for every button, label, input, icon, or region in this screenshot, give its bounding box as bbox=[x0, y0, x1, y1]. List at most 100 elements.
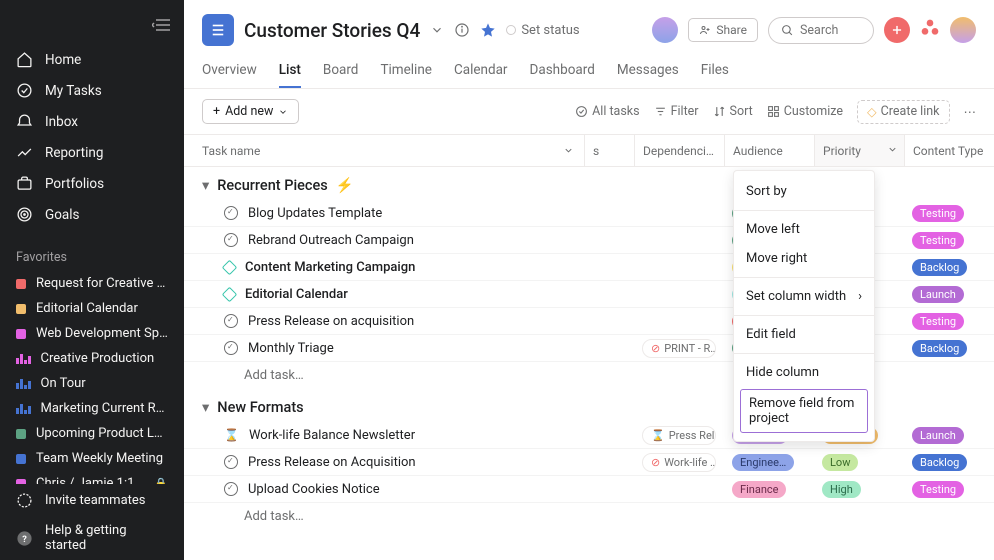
cell-dependencies[interactable] bbox=[634, 200, 724, 226]
favorite-item[interactable]: Web Development Sprint… bbox=[0, 321, 184, 346]
favorite-item[interactable]: Upcoming Product Laun… bbox=[0, 421, 184, 446]
cell-dependencies[interactable] bbox=[634, 254, 724, 280]
col-extra[interactable]: s bbox=[584, 135, 634, 166]
help-started[interactable]: ?Help & getting started bbox=[0, 516, 184, 560]
cell[interactable] bbox=[584, 254, 634, 280]
favorite-item[interactable]: Chris / Jamie 1:1🔒 bbox=[0, 471, 184, 484]
filter-button[interactable]: Filter bbox=[654, 104, 699, 119]
cell-dependencies[interactable]: ⌛Press Rele… bbox=[634, 422, 724, 448]
cell-priority[interactable]: Low bbox=[814, 449, 904, 475]
cell[interactable] bbox=[584, 422, 634, 448]
complete-check-icon[interactable] bbox=[224, 455, 238, 469]
tab-messages[interactable]: Messages bbox=[617, 54, 679, 88]
tab-overview[interactable]: Overview bbox=[202, 54, 257, 88]
cell-content-type[interactable]: Backlog bbox=[904, 449, 994, 475]
info-icon[interactable] bbox=[454, 22, 470, 38]
cell-content-type[interactable]: Launch bbox=[904, 422, 994, 448]
nav-goals[interactable]: Goals bbox=[0, 199, 184, 230]
cell-content-type[interactable]: Backlog bbox=[904, 254, 994, 280]
cell-content-type[interactable]: Testing bbox=[904, 476, 994, 502]
task-row[interactable]: Press Release on Acquisition⊘Work-life …… bbox=[184, 449, 994, 476]
complete-check-icon[interactable] bbox=[224, 206, 238, 220]
cell-dependencies[interactable] bbox=[634, 476, 724, 502]
dd-set-width[interactable]: Set column width› bbox=[734, 282, 874, 311]
dd-sort-by[interactable]: Sort by bbox=[734, 177, 874, 206]
user-avatar[interactable] bbox=[950, 17, 976, 43]
cell-dependencies[interactable] bbox=[634, 227, 724, 253]
cell[interactable] bbox=[584, 200, 634, 226]
favorite-item[interactable]: Marketing Current Road… bbox=[0, 396, 184, 421]
create-link-button[interactable]: ◇Create link bbox=[857, 100, 949, 124]
tab-list[interactable]: List bbox=[279, 54, 301, 88]
favorite-item[interactable]: Creative Production bbox=[0, 346, 184, 371]
col-content-type[interactable]: Content Type bbox=[904, 135, 994, 166]
more-icon[interactable]: ⋯ bbox=[964, 104, 977, 120]
cell-dependencies[interactable] bbox=[634, 281, 724, 307]
nav-reporting[interactable]: Reporting bbox=[0, 137, 184, 168]
title-chevron-icon[interactable] bbox=[430, 23, 444, 37]
nav-portfolios[interactable]: Portfolios bbox=[0, 168, 184, 199]
milestone-icon[interactable] bbox=[222, 259, 238, 275]
search-input[interactable] bbox=[800, 23, 860, 38]
milestone-icon[interactable] bbox=[222, 286, 238, 302]
tab-files[interactable]: Files bbox=[701, 54, 729, 88]
dd-move-right[interactable]: Move right bbox=[734, 244, 874, 273]
dd-remove-field[interactable]: Remove field from project bbox=[740, 389, 868, 433]
set-status-button[interactable]: Set status bbox=[506, 23, 579, 38]
cell-dependencies[interactable]: ⊘Work-life … bbox=[634, 449, 724, 475]
section-toggle-icon[interactable]: ▾ bbox=[202, 177, 209, 194]
col-audience[interactable]: Audience bbox=[724, 135, 814, 166]
task-row[interactable]: Upload Cookies NoticeFinanceHighTesting bbox=[184, 476, 994, 503]
cell-dependencies[interactable] bbox=[634, 308, 724, 334]
cell-dependencies[interactable]: ⊘PRINT - R… bbox=[634, 335, 724, 361]
tab-calendar[interactable]: Calendar bbox=[454, 54, 508, 88]
cell[interactable] bbox=[584, 335, 634, 361]
col-dependencies[interactable]: Dependenci… bbox=[634, 135, 724, 166]
member-avatar[interactable] bbox=[652, 17, 678, 43]
favorite-item[interactable]: Editorial Calendar bbox=[0, 296, 184, 321]
cell[interactable] bbox=[584, 476, 634, 502]
col-task-name[interactable]: Task name bbox=[202, 144, 584, 158]
all-tasks-button[interactable]: All tasks bbox=[575, 104, 639, 119]
cell-content-type[interactable]: Testing bbox=[904, 308, 994, 334]
search-input-wrap[interactable] bbox=[768, 17, 874, 44]
cell-content-type[interactable]: Backlog bbox=[904, 335, 994, 361]
col-priority[interactable]: Priority bbox=[814, 135, 904, 166]
cell-content-type[interactable]: Launch bbox=[904, 281, 994, 307]
collapse-sidebar-icon[interactable] bbox=[152, 18, 170, 36]
app-logo-icon[interactable] bbox=[920, 18, 940, 42]
favorite-item[interactable]: On Tour bbox=[0, 371, 184, 396]
dd-edit-field[interactable]: Edit field bbox=[734, 320, 874, 349]
cell[interactable] bbox=[584, 308, 634, 334]
nav-home[interactable]: Home bbox=[0, 44, 184, 75]
sort-button[interactable]: Sort bbox=[713, 104, 753, 119]
cell-audience[interactable]: Enginee… bbox=[724, 449, 814, 475]
cell-audience[interactable]: Finance bbox=[724, 476, 814, 502]
complete-check-icon[interactable] bbox=[224, 314, 238, 328]
complete-check-icon[interactable] bbox=[224, 233, 238, 247]
cell-content-type[interactable]: Testing bbox=[904, 200, 994, 226]
cell[interactable] bbox=[584, 449, 634, 475]
tab-timeline[interactable]: Timeline bbox=[380, 54, 432, 88]
star-icon[interactable] bbox=[480, 22, 496, 38]
complete-check-icon[interactable] bbox=[224, 341, 238, 355]
invite-teammates[interactable]: Invite teammates bbox=[0, 485, 184, 516]
add-task-button[interactable]: Add task… bbox=[184, 503, 994, 530]
cell-content-type[interactable]: Testing bbox=[904, 227, 994, 253]
tab-board[interactable]: Board bbox=[323, 54, 359, 88]
section-toggle-icon[interactable]: ▾ bbox=[202, 399, 209, 416]
customize-button[interactable]: Customize bbox=[767, 104, 843, 119]
dd-hide-column[interactable]: Hide column bbox=[734, 358, 874, 387]
add-new-button[interactable]: +Add new bbox=[202, 99, 299, 124]
cell[interactable] bbox=[584, 227, 634, 253]
cell-priority[interactable]: High bbox=[814, 476, 904, 502]
favorite-item[interactable]: Team Weekly Meeting bbox=[0, 446, 184, 471]
share-button[interactable]: Share bbox=[688, 18, 758, 42]
nav-mytasks[interactable]: My Tasks bbox=[0, 75, 184, 106]
cell[interactable] bbox=[584, 281, 634, 307]
nav-inbox[interactable]: Inbox bbox=[0, 106, 184, 137]
tab-dashboard[interactable]: Dashboard bbox=[530, 54, 595, 88]
complete-check-icon[interactable] bbox=[224, 482, 238, 496]
global-add-button[interactable] bbox=[884, 17, 910, 43]
hourglass-icon[interactable]: ⌛ bbox=[224, 428, 239, 442]
